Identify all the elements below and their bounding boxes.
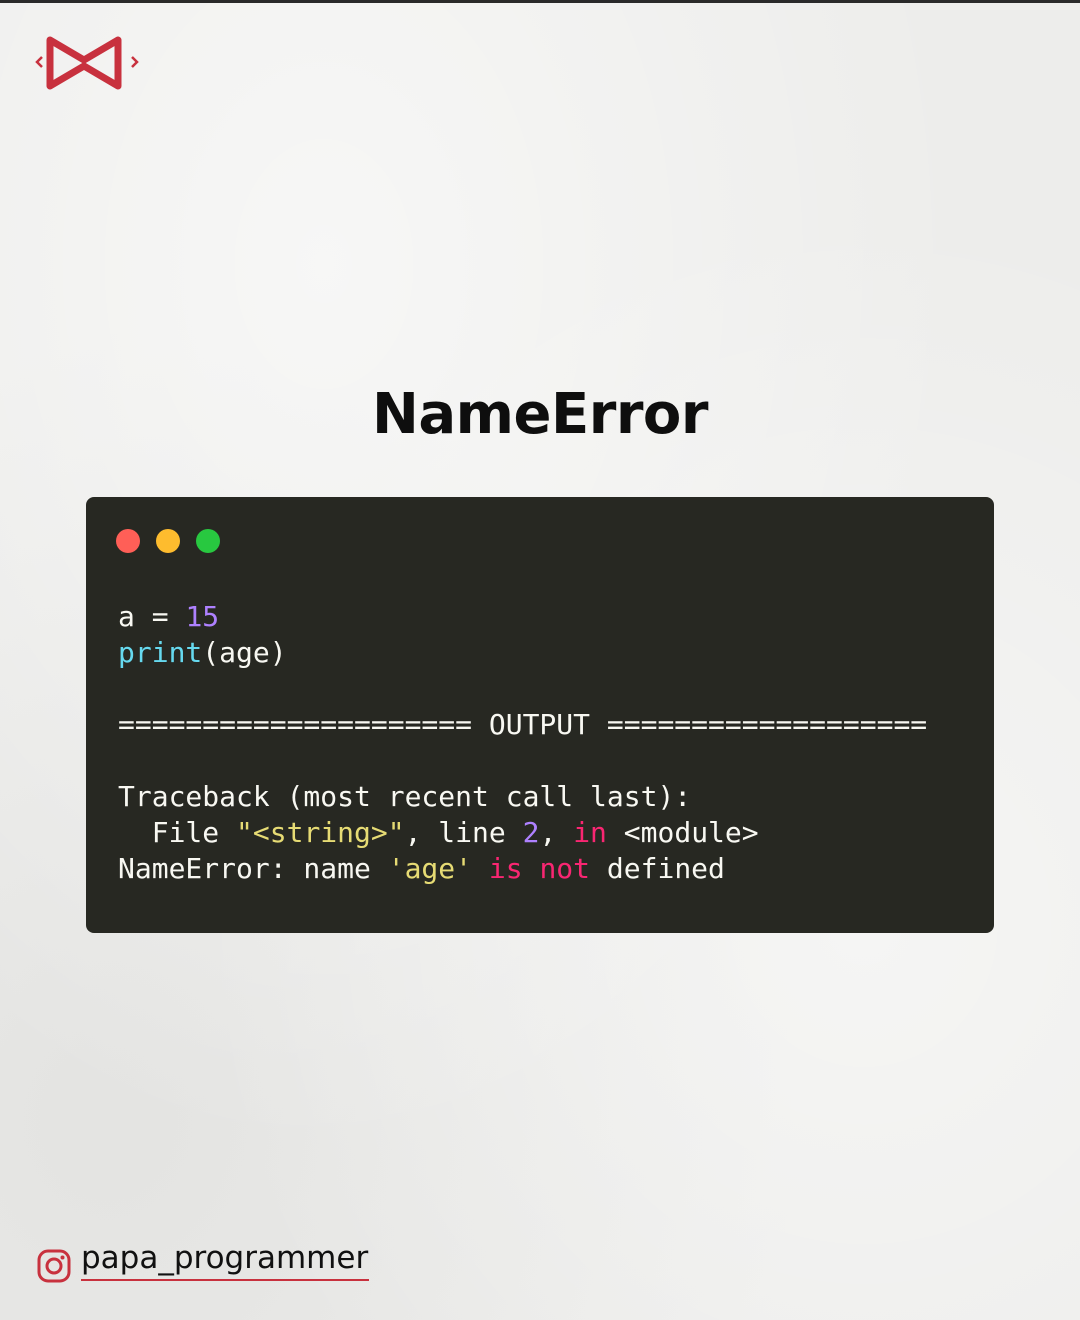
code-window: a = 15 print(age) ===================== … (86, 497, 994, 933)
instagram-icon (37, 1249, 71, 1283)
code-block: a = 15 print(age) ===================== … (118, 599, 927, 887)
code-line-2: print(age) (118, 636, 287, 669)
page-title: NameError (371, 382, 709, 447)
maximize-dot-icon (196, 529, 220, 553)
code-line-1: a = 15 (118, 600, 220, 633)
error-message: NameError: name 'age' is not defined (118, 852, 725, 885)
close-dot-icon (116, 529, 140, 553)
bowtie-code-logo-icon (35, 36, 139, 90)
traceback-line-1: Traceback (most recent call last): (118, 780, 692, 813)
traceback-line-2: File "<string>", line 2, in <module> (118, 816, 759, 849)
minimize-dot-icon (156, 529, 180, 553)
handle-underline (81, 1279, 369, 1281)
instagram-handle[interactable]: papa_programmer (81, 1240, 368, 1276)
output-separator: ===================== OUTPUT ===========… (118, 708, 928, 741)
top-border (0, 0, 1080, 3)
